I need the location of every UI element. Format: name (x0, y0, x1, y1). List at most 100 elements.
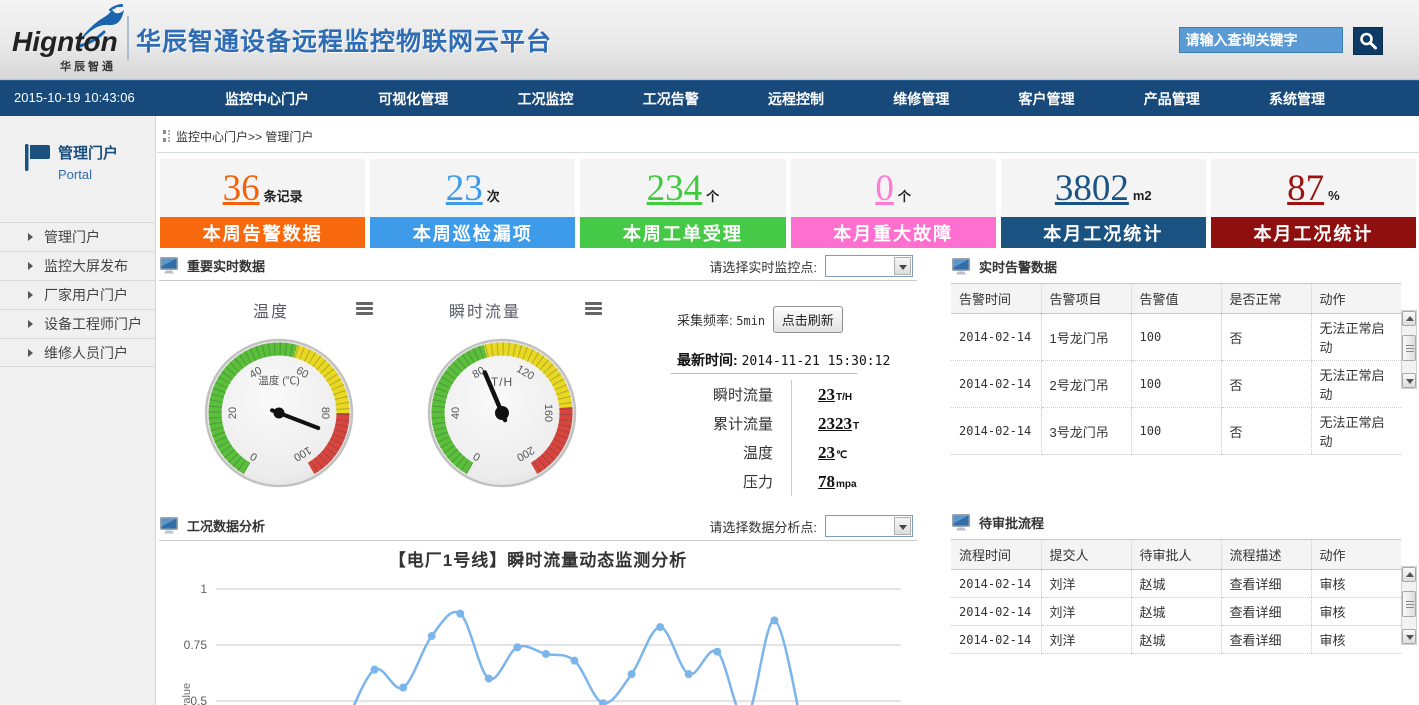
cell: 刘洋 (1041, 598, 1131, 626)
sidebar-item-4[interactable]: 维修人员门户 (0, 338, 156, 367)
stat-value-link[interactable]: 23 (446, 170, 483, 207)
reading-row-1: 累计流量2323T (677, 409, 913, 438)
stat-value-link[interactable]: 36 (223, 170, 260, 207)
reading-unit: mpa (836, 479, 857, 490)
nav-item-2[interactable]: 工况监控 (518, 89, 574, 109)
cell: 赵城 (1131, 598, 1221, 626)
table-row-1: 2014-02-142号龙门吊100否无法正常启动 (951, 361, 1401, 408)
temperature-gauge: 0 20 40 60 80 100 温度 (℃) (204, 338, 354, 488)
scroll-up-icon[interactable] (1402, 567, 1416, 582)
stat-label-bar[interactable]: 本月工况统计 (1211, 217, 1416, 248)
svg-text:40: 40 (450, 407, 462, 419)
analysis-point-select[interactable] (825, 515, 913, 537)
nav-item-1[interactable]: 可视化管理 (378, 89, 448, 109)
stat-unit: % (1328, 188, 1340, 203)
sidebar-item-label: 设备工程师门户 (44, 316, 142, 332)
stat-unit: m2 (1133, 188, 1152, 203)
search-input[interactable] (1179, 27, 1343, 53)
reading-name: 压力 (677, 471, 773, 492)
reading-value[interactable]: 2323 (818, 414, 852, 434)
scroll-down-icon[interactable] (1402, 629, 1416, 644)
scroll-down-icon[interactable] (1402, 373, 1416, 388)
cell: 无法正常启动 (1311, 408, 1401, 455)
data-point (428, 632, 436, 640)
stat-value-link[interactable]: 234 (647, 170, 703, 207)
reading-name: 累计流量 (677, 413, 773, 434)
nav-menu: 监控中心门户 可视化管理 工况监控 工况告警 远程控制 维修管理 客户管理 产品管理 系统管理 (185, 81, 1365, 117)
stat-value-area: 23次 (370, 159, 575, 217)
chevron-down-icon[interactable] (894, 257, 911, 275)
stat-value-link[interactable]: 0 (875, 170, 894, 207)
gauge-flow-menu-icon[interactable] (585, 302, 602, 315)
stat-unit: 条记录 (264, 186, 303, 205)
data-point (570, 657, 578, 665)
scrollbar-thumb[interactable] (1402, 591, 1416, 617)
nav-item-0[interactable]: 监控中心门户 (225, 89, 309, 109)
nav-item-6[interactable]: 客户管理 (1019, 89, 1075, 109)
gauge-temperature-menu-icon[interactable] (356, 302, 373, 315)
nav-item-4[interactable]: 远程控制 (768, 89, 824, 109)
scrollbar-thumb[interactable] (1402, 335, 1416, 361)
reading-value[interactable]: 78 (818, 472, 835, 492)
column-header: 动作 (1311, 540, 1401, 570)
sidebar-item-label: 管理门户 (44, 229, 100, 245)
column-header: 动作 (1311, 284, 1401, 314)
cell: 2014-02-14 (951, 626, 1041, 654)
cell: 3号龙门吊 (1041, 408, 1131, 455)
sidebar-item-label: 维修人员门户 (44, 345, 128, 361)
cell: 无法正常启动 (1311, 361, 1401, 408)
nav-item-5[interactable]: 维修管理 (893, 89, 949, 109)
sidebar-item-2[interactable]: 厂家用户门户 (0, 280, 156, 309)
approval-table-scrollbar[interactable] (1401, 566, 1417, 645)
sidebar-item-label: 监控大屏发布 (44, 258, 128, 274)
stat-label-bar[interactable]: 本周工单受理 (580, 217, 785, 248)
alarm-table-scrollbar[interactable] (1401, 310, 1417, 389)
triangle-bullet-icon (28, 233, 33, 241)
data-point (371, 666, 379, 674)
sidebar-item-0[interactable]: 管理门户 (0, 222, 156, 251)
stat-label-bar[interactable]: 本周巡检漏项 (370, 217, 575, 248)
stat-label-bar[interactable]: 本月重大故障 (791, 217, 996, 248)
cell: 100 (1131, 361, 1221, 408)
sidebar-item-1[interactable]: 监控大屏发布 (0, 251, 156, 280)
scroll-up-icon[interactable] (1402, 311, 1416, 326)
chevron-down-icon[interactable] (894, 517, 911, 535)
cell: 1号龙门吊 (1041, 314, 1131, 361)
stat-value-link[interactable]: 87 (1287, 170, 1324, 207)
action-cell[interactable]: 查看详细 (1221, 570, 1311, 598)
stat-card-2: 234个本周工单受理 (580, 159, 785, 248)
logo-subtext: 华辰智通 (60, 58, 116, 74)
page-title: 华辰智通设备远程监控物联网云平台 (136, 22, 552, 58)
data-point (685, 670, 693, 678)
latest-time: 最新时间: 2014-11-21 15:30:12 (677, 350, 890, 370)
stat-value-area: 0个 (791, 159, 996, 217)
nav-item-7[interactable]: 产品管理 (1144, 89, 1200, 109)
action-cell[interactable]: 审核 (1311, 570, 1401, 598)
action-cell[interactable]: 审核 (1311, 626, 1401, 654)
cell: 赵城 (1131, 626, 1221, 654)
column-header: 流程描述 (1221, 540, 1311, 570)
search-button[interactable] (1353, 27, 1383, 55)
stat-value-link[interactable]: 3802 (1055, 170, 1129, 207)
monitor-point-select[interactable] (825, 255, 913, 277)
breadcrumb: 监控中心门户>> 管理门户 (163, 126, 313, 146)
alarm-table: 告警时间告警项目告警值是否正常动作2014-02-141号龙门吊100否无法正常… (951, 283, 1401, 455)
stat-label-bar[interactable]: 本周告警数据 (160, 217, 365, 248)
sidebar-item-3[interactable]: 设备工程师门户 (0, 309, 156, 338)
reading-divider (791, 380, 792, 409)
reading-value[interactable]: 23 (818, 443, 835, 463)
dashboard-page: Hignton 华辰智通 华辰智通设备远程监控物联网云平台 2015-10-19… (0, 0, 1419, 705)
monitor-point-select-label: 请选择实时监控点: (709, 257, 817, 276)
action-cell[interactable]: 审核 (1311, 598, 1401, 626)
cell: 刘洋 (1041, 570, 1131, 598)
stat-label-bar[interactable]: 本月工况统计 (1001, 217, 1206, 248)
nav-item-8[interactable]: 系统管理 (1269, 89, 1325, 109)
action-cell[interactable]: 查看详细 (1221, 626, 1311, 654)
action-cell[interactable]: 查看详细 (1221, 598, 1311, 626)
triangle-bullet-icon (28, 349, 33, 357)
reading-value[interactable]: 23 (818, 385, 835, 405)
nav-item-3[interactable]: 工况告警 (643, 89, 699, 109)
cell: 赵城 (1131, 570, 1221, 598)
refresh-button[interactable]: 点击刷新 (773, 306, 843, 333)
data-point (770, 616, 778, 624)
